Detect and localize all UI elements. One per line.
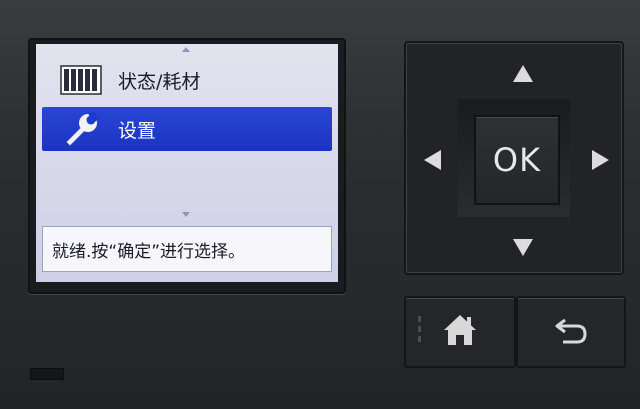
down-arrow-icon[interactable] — [513, 239, 533, 256]
status-led — [30, 368, 64, 380]
status-message: 就绪.按“确定”进行选择。 — [42, 226, 332, 272]
menu-item-settings[interactable]: 设置 — [42, 107, 332, 151]
left-arrow-icon[interactable] — [424, 150, 441, 170]
menu-item-label: 状态/耗材 — [118, 70, 201, 93]
back-button[interactable] — [516, 296, 626, 368]
ok-button[interactable]: OK — [474, 115, 560, 205]
back-arrow-icon — [551, 314, 591, 350]
ink-cartridges-icon — [56, 63, 106, 97]
home-button[interactable] — [404, 296, 516, 368]
up-arrow-icon[interactable] — [513, 65, 533, 82]
scroll-down-indicator-icon — [182, 212, 190, 217]
wrench-icon — [56, 112, 106, 146]
lcd-screen: 状态/耗材 设置 就绪.按“确定”进行选择。 — [36, 44, 338, 282]
status-message-text: 就绪.按“确定”进行选择。 — [52, 241, 246, 262]
scroll-up-indicator-icon — [182, 47, 190, 52]
right-arrow-icon[interactable] — [592, 150, 609, 170]
home-icon — [442, 313, 478, 351]
navigation-pad: OK — [404, 41, 624, 275]
home-indicator-dots — [418, 316, 424, 346]
menu-item-status-supplies[interactable]: 状态/耗材 — [42, 58, 332, 102]
menu-item-label: 设置 — [118, 119, 157, 142]
